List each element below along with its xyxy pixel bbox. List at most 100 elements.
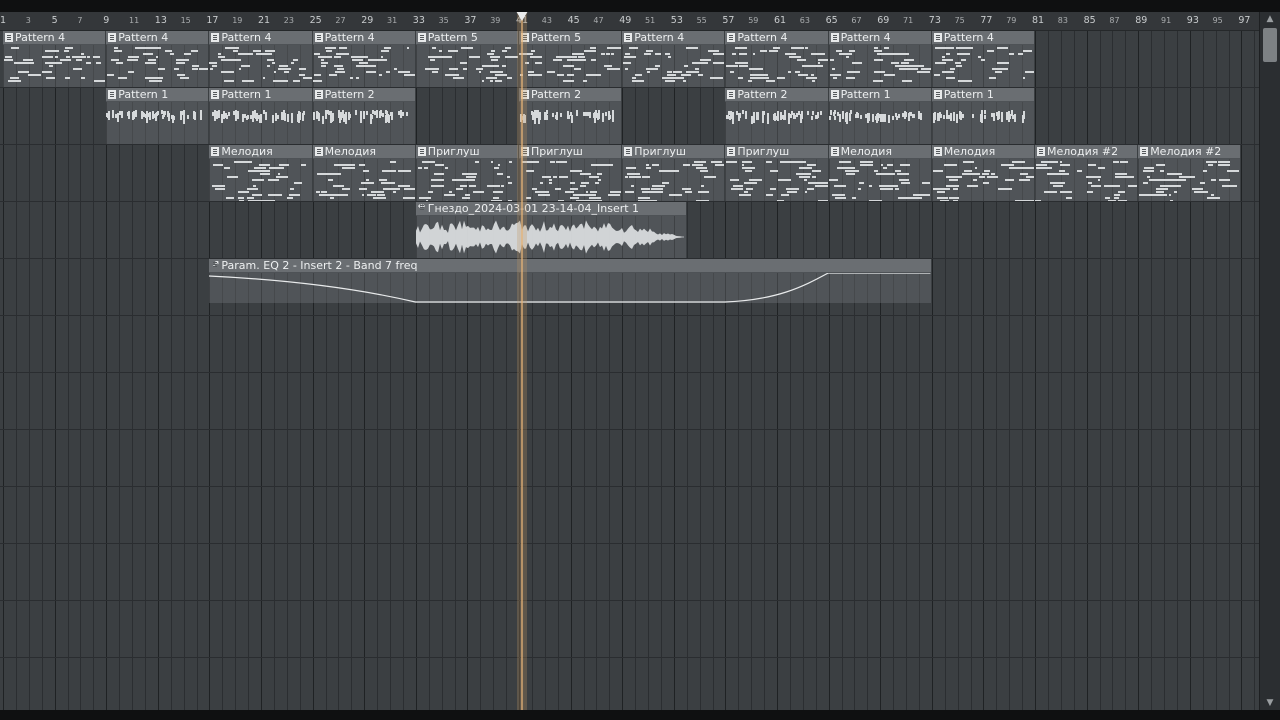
playlist-area[interactable]: 1357911131517192123252729313335373941434… — [0, 12, 1260, 710]
clip-header[interactable]: Pattern 1 — [931, 88, 1034, 102]
ruler-bar-label: 77 — [980, 15, 993, 26]
clip-pattern[interactable]: Мелодия — [931, 145, 1034, 201]
note — [221, 115, 224, 120]
note — [575, 110, 578, 114]
clip-automation[interactable]: ↗ Param. EQ 2 - Insert 2 - Band 7 freq — [209, 259, 931, 303]
clip-header[interactable]: Мелодия — [931, 145, 1034, 159]
scroll-thumb[interactable] — [1263, 28, 1277, 62]
clip-header[interactable]: Pattern 1 — [106, 88, 209, 102]
clip-header[interactable]: Приглуш — [519, 145, 622, 159]
note — [555, 161, 568, 163]
clip-header[interactable]: Pattern 5 — [519, 31, 622, 45]
clip-pattern[interactable]: Приглуш — [519, 145, 622, 201]
note — [463, 68, 467, 70]
clip-content — [829, 45, 931, 87]
note — [817, 200, 823, 201]
note — [1117, 191, 1125, 193]
vertical-scrollbar[interactable]: ▲ ▼ — [1259, 12, 1280, 710]
playhead-marker-icon[interactable] — [515, 12, 528, 21]
clip-pattern[interactable]: Приглуш — [725, 145, 828, 201]
note — [704, 191, 709, 193]
note — [1194, 191, 1208, 193]
playhead[interactable] — [515, 12, 528, 710]
clip-pattern[interactable]: Приглуш — [415, 145, 518, 201]
clip-pattern[interactable]: Мелодия #2 — [1035, 145, 1138, 201]
clip-header[interactable]: Pattern 4 — [931, 31, 1034, 45]
note — [224, 80, 234, 82]
clip-pattern[interactable]: Pattern 1 — [209, 88, 312, 144]
clip-header[interactable]: Приглуш — [725, 145, 828, 159]
note — [594, 110, 597, 119]
clip-header[interactable]: Мелодия — [209, 145, 312, 159]
note — [703, 176, 716, 178]
clip-header[interactable]: Мелодия — [312, 145, 415, 159]
clip-header[interactable]: Pattern 5 — [415, 31, 518, 45]
playlist-grid[interactable]: Pattern 4 Pattern 4 Pattern 4 Pattern 4 Patt… — [0, 31, 1260, 710]
scroll-up-icon[interactable]: ▲ — [1260, 12, 1280, 26]
clip-pattern[interactable]: Pattern 4 — [931, 31, 1034, 87]
clip-title: Pattern 4 — [840, 31, 891, 44]
clip-pattern[interactable]: Pattern 2 — [312, 88, 415, 144]
clip-pattern[interactable]: Мелодия #2 — [1138, 145, 1241, 201]
clip-pattern[interactable]: Pattern 2 — [725, 88, 828, 144]
clip-header[interactable]: Pattern 4 — [106, 31, 209, 45]
clip-header[interactable]: Pattern 4 — [622, 31, 725, 45]
clip-header[interactable]: Приглуш — [415, 145, 518, 159]
clip-header[interactable]: Мелодия — [828, 145, 931, 159]
clip-header[interactable]: ⇹ Гнездо_2024-03-01 23-14-04_Insert 1 — [415, 202, 686, 216]
clip-pattern[interactable]: Pattern 4 — [622, 31, 725, 87]
note — [345, 167, 355, 169]
clip-pattern[interactable]: Мелодия — [312, 145, 415, 201]
clip-pattern[interactable]: Pattern 1 — [828, 88, 931, 144]
clip-pattern[interactable]: Мелодия — [828, 145, 931, 201]
note — [94, 80, 106, 82]
note — [958, 110, 961, 119]
clip-pattern[interactable]: Pattern 4 — [828, 31, 931, 87]
clip-audio[interactable]: ⇹ Гнездо_2024-03-01 23-14-04_Insert 1 — [415, 202, 686, 258]
note — [10, 80, 16, 82]
note — [508, 56, 512, 58]
note — [917, 115, 920, 120]
clip-pattern[interactable]: Pattern 4 — [106, 31, 209, 87]
clip-pattern[interactable]: Pattern 4 — [3, 31, 106, 87]
note — [643, 191, 658, 193]
clip-pattern[interactable]: Pattern 4 — [725, 31, 828, 87]
clip-header[interactable]: ↗ Param. EQ 2 - Insert 2 - Band 7 freq — [209, 259, 931, 273]
clip-header[interactable]: Pattern 4 — [725, 31, 828, 45]
clip-header[interactable]: Pattern 4 — [3, 31, 106, 45]
clip-pattern[interactable]: Pattern 5 — [519, 31, 622, 87]
note — [252, 50, 261, 52]
ruler-bar-label: 17 — [206, 15, 219, 26]
clip-header[interactable]: Pattern 2 — [312, 88, 415, 102]
clip-header[interactable]: Pattern 2 — [519, 88, 622, 102]
note — [336, 68, 344, 70]
note — [942, 59, 953, 61]
clip-pattern[interactable]: Pattern 1 — [106, 88, 209, 144]
clip-pattern[interactable]: Pattern 2 — [519, 88, 622, 144]
clip-pattern[interactable]: Pattern 1 — [931, 88, 1034, 144]
clip-pattern[interactable]: Приглуш — [622, 145, 725, 201]
note — [290, 62, 294, 64]
note — [646, 71, 650, 73]
clip-pattern[interactable]: Pattern 4 — [312, 31, 415, 87]
note — [899, 164, 910, 166]
note — [638, 200, 652, 201]
timeline-ruler[interactable]: 1357911131517192123252729313335373941434… — [0, 12, 1260, 31]
note — [759, 74, 768, 76]
note — [381, 179, 387, 181]
clip-header[interactable]: Мелодия #2 — [1035, 145, 1138, 159]
clip-header[interactable]: Pattern 4 — [209, 31, 312, 45]
clip-header[interactable]: Мелодия #2 — [1138, 145, 1241, 159]
clip-header[interactable]: Приглуш — [622, 145, 725, 159]
clip-header[interactable]: Pattern 4 — [828, 31, 931, 45]
clip-header[interactable]: Pattern 1 — [828, 88, 931, 102]
clip-header[interactable]: Pattern 1 — [209, 88, 312, 102]
scroll-down-icon[interactable]: ▼ — [1260, 696, 1280, 710]
note — [952, 200, 959, 201]
clip-pattern[interactable]: Pattern 5 — [415, 31, 518, 87]
clip-pattern[interactable]: Pattern 4 — [209, 31, 312, 87]
note — [635, 74, 642, 76]
clip-header[interactable]: Pattern 2 — [725, 88, 828, 102]
clip-pattern[interactable]: Мелодия — [209, 145, 312, 201]
clip-header[interactable]: Pattern 4 — [312, 31, 415, 45]
